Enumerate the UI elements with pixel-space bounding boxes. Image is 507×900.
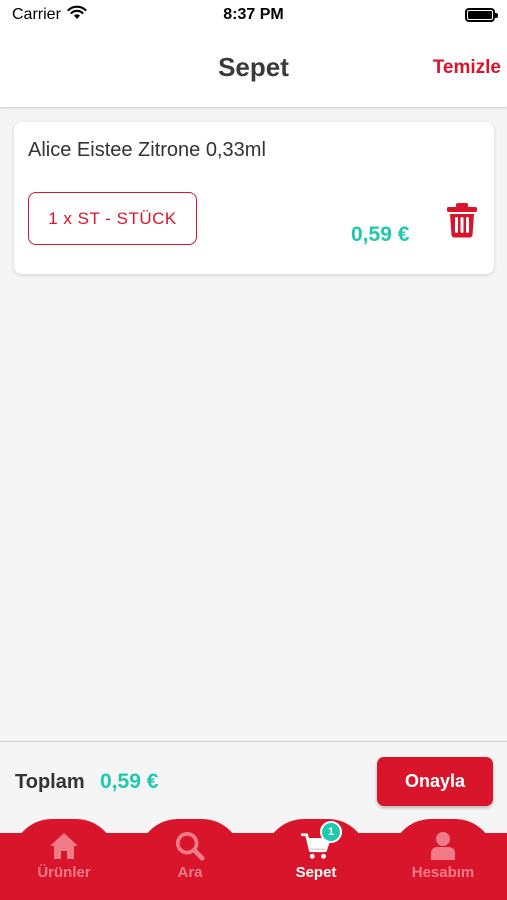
tab-search[interactable]: Ara xyxy=(138,819,242,900)
confirm-button[interactable]: Onayla xyxy=(377,757,493,806)
cart-icon: 1 xyxy=(301,821,342,861)
clear-cart-button[interactable]: Temizle xyxy=(433,57,501,79)
tab-cart[interactable]: 1 Sepet xyxy=(264,819,368,900)
cart-count-badge: 1 xyxy=(320,821,342,843)
battery-icon xyxy=(465,8,498,22)
page-title: Sepet xyxy=(218,52,289,82)
carrier-label: Carrier xyxy=(12,6,61,23)
item-price: 0,59 € xyxy=(351,223,410,246)
tab-label-search: Ara xyxy=(177,864,203,881)
tab-account[interactable]: Hesabım xyxy=(391,819,495,900)
home-icon xyxy=(49,831,79,861)
tab-label-products: Ürünler xyxy=(37,864,91,881)
tab-products[interactable]: Ürünler xyxy=(12,819,116,900)
tab-bar: Ürünler Ara 1 Sepet Hesabım xyxy=(0,819,507,900)
status-left: Carrier xyxy=(12,5,87,25)
quantity-unit-button[interactable]: 1 x ST - STÜCK xyxy=(28,192,197,245)
trash-icon xyxy=(446,203,478,241)
user-icon xyxy=(428,831,458,861)
status-bar: Carrier 8:37 PM xyxy=(0,0,507,30)
tab-label-account: Hesabım xyxy=(411,864,475,881)
delete-item-button[interactable] xyxy=(446,202,478,238)
search-icon xyxy=(175,831,205,861)
wifi-icon xyxy=(67,5,87,25)
item-name: Alice Eistee Zitrone 0,33ml xyxy=(28,139,266,161)
total-label: Toplam xyxy=(15,771,85,793)
cart-item-card: Alice Eistee Zitrone 0,33ml 1 x ST - STÜ… xyxy=(14,122,494,274)
tab-label-cart: Sepet xyxy=(295,864,337,881)
total-value: 0,59 € xyxy=(100,770,159,793)
nav-header: Sepet Temizle xyxy=(0,30,507,108)
